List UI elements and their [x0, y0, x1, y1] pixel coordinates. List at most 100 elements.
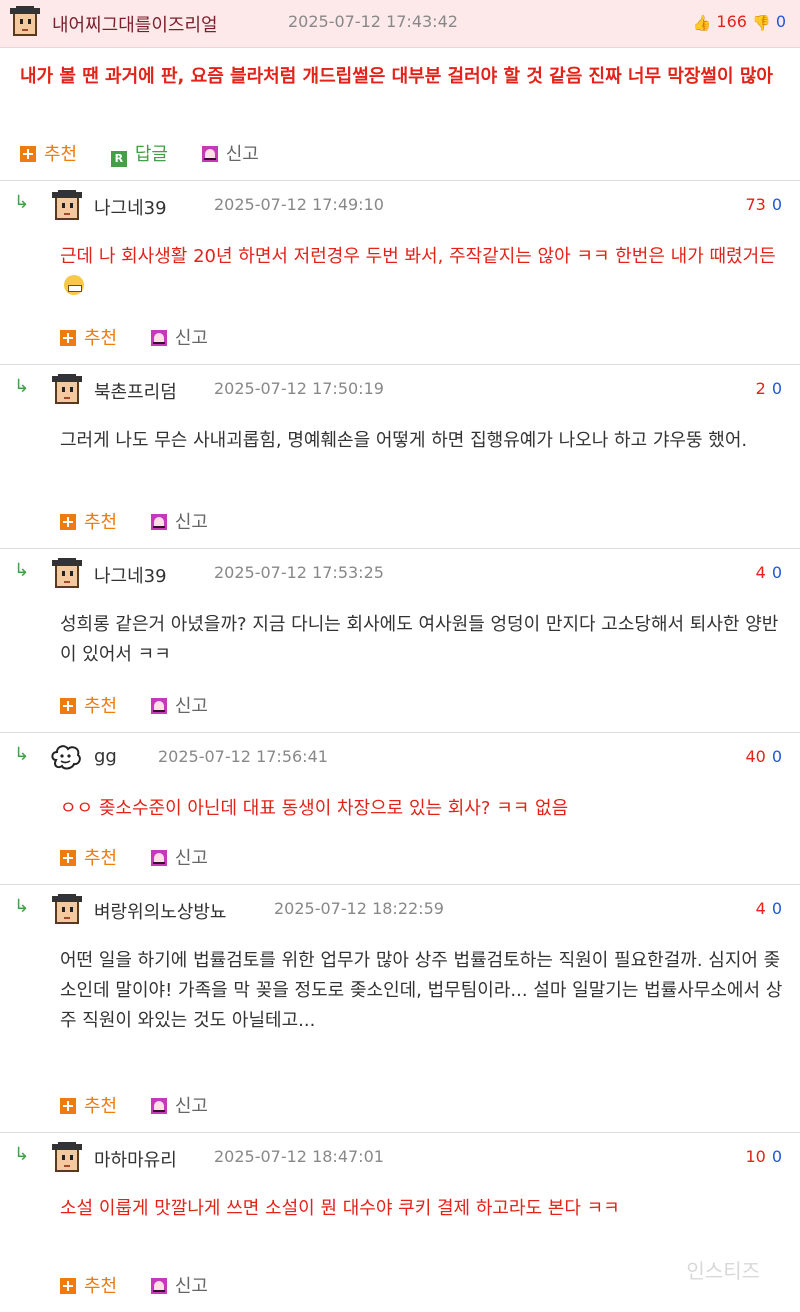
plus-icon [60, 330, 76, 346]
reply-arrow-icon: ↳ [14, 1144, 30, 1165]
divider [0, 548, 800, 549]
comment-date: 2025-07-12 17:49:10 [214, 195, 384, 214]
comment-date: 2025-07-12 17:50:19 [214, 379, 384, 398]
plus-icon [60, 698, 76, 714]
report-button[interactable]: 신고 [150, 324, 208, 350]
siren-icon [150, 330, 167, 346]
plus-icon [20, 146, 36, 162]
commenter-avatar[interactable] [50, 190, 84, 224]
report-button[interactable]: 신고 [201, 140, 259, 166]
siren-icon [150, 1278, 167, 1294]
reply-button[interactable]: R 답글 [110, 140, 168, 167]
plus-icon [60, 1278, 76, 1294]
post-author[interactable]: 내어찌그대를이즈리얼 [52, 11, 218, 37]
comment-text: 그러게 나도 무슨 사내괴롭힘, 명예훼손을 어떻게 하면 집행유예가 나오나 … [60, 430, 748, 451]
reply-arrow-icon: ↳ [14, 192, 30, 213]
divider [0, 732, 800, 733]
comment-votes: 10 0 [745, 1147, 782, 1166]
divider [0, 180, 800, 181]
comment-downvote-count[interactable]: 0 [772, 899, 782, 918]
comment-text: 근데 나 회사생활 20년 하면서 저런경우 두번 봐서, 주작같지는 않아 ㅋ… [60, 242, 790, 302]
report-button[interactable]: 신고 [150, 508, 208, 534]
comment-upvote-count[interactable]: 73 [745, 195, 765, 214]
author-avatar[interactable] [8, 6, 42, 40]
comment-text: 소설 이룹게 맛깔나게 쓰면 소설이 뭔 대수야 쿠키 결제 하고라도 본다 ㅋ… [60, 1198, 620, 1219]
divider [0, 1132, 800, 1133]
post-date: 2025-07-12 17:43:42 [288, 12, 458, 31]
post-header: 내어찌그대를이즈리얼 2025-07-12 17:43:42 👍 166 👎 0 [0, 0, 800, 48]
comment-votes: 73 0 [745, 195, 782, 214]
comment-date: 2025-07-12 18:22:59 [274, 899, 444, 918]
comment-date: 2025-07-12 17:53:25 [214, 563, 384, 582]
recommend-button[interactable]: 추천 [60, 1092, 117, 1118]
siren-icon [150, 850, 167, 866]
comment-upvote-count[interactable]: 4 [756, 899, 766, 918]
comment-upvote-count[interactable]: 4 [756, 563, 766, 582]
post-body: 내가 볼 땐 과거에 판, 요즘 블라처럼 개드립썰은 대부분 걸러야 할 것 … [20, 66, 773, 87]
reply-arrow-icon: ↳ [14, 376, 30, 397]
comment-actions: 추천 신고 [60, 844, 236, 870]
comment-date: 2025-07-12 18:47:01 [214, 1147, 384, 1166]
siren-icon [150, 698, 167, 714]
comment-actions: 추천 신고 [60, 508, 236, 534]
commenter-avatar[interactable] [50, 558, 84, 592]
grinning-emoji-icon [64, 275, 84, 295]
recommend-button[interactable]: 추천 [60, 508, 117, 534]
comment-downvote-count[interactable]: 0 [772, 563, 782, 582]
recommend-button[interactable]: 추천 [60, 324, 117, 350]
report-button[interactable]: 신고 [150, 844, 208, 870]
comment-downvote-count[interactable]: 0 [772, 195, 782, 214]
comment-votes: 20 [756, 379, 782, 398]
comment-text: ㅇㅇ 좆소수준이 아닌데 대표 동생이 차장으로 있는 회사? ㅋㅋ 없음 [60, 798, 569, 819]
post-upvote-count: 166 [716, 12, 747, 31]
cloud-avatar-icon[interactable] [50, 742, 82, 772]
comment-downvote-count[interactable]: 0 [772, 1147, 782, 1166]
comment-actions: 추천 신고 [60, 324, 236, 350]
comment-votes: 40 [756, 899, 782, 918]
commenter-name[interactable]: gg [94, 746, 117, 767]
report-button[interactable]: 신고 [150, 692, 208, 718]
comment-downvote-count[interactable]: 0 [772, 747, 782, 766]
comment-date: 2025-07-12 17:56:41 [158, 747, 328, 766]
reply-arrow-icon: ↳ [14, 896, 30, 917]
commenter-name[interactable]: 마하마유리 [94, 1146, 177, 1172]
report-button[interactable]: 신고 [150, 1092, 208, 1118]
comment-actions: 추천 신고 [60, 1092, 236, 1118]
reply-icon: R [110, 151, 127, 167]
commenter-name[interactable]: 나그네39 [94, 562, 167, 588]
siren-icon [150, 1098, 167, 1114]
commenter-name[interactable]: 북촌프리덤 [94, 378, 177, 404]
recommend-button[interactable]: 추천 [20, 140, 77, 166]
commenter-name[interactable]: 벼랑위의노상방뇨 [94, 898, 226, 924]
comment-downvote-count[interactable]: 0 [772, 379, 782, 398]
comment-upvote-count[interactable]: 10 [745, 1147, 765, 1166]
comment-upvote-count[interactable]: 40 [745, 747, 765, 766]
commenter-avatar[interactable] [50, 894, 84, 928]
divider [0, 884, 800, 885]
commenter-avatar[interactable] [50, 374, 84, 408]
comment-votes: 40 [756, 563, 782, 582]
comment-votes: 40 0 [745, 747, 782, 766]
recommend-button[interactable]: 추천 [60, 692, 117, 718]
post-downvote-count: 0 [775, 12, 786, 31]
comment-upvote-count[interactable]: 2 [756, 379, 766, 398]
recommend-button[interactable]: 추천 [60, 844, 117, 870]
report-button[interactable]: 신고 [150, 1272, 208, 1298]
plus-icon [60, 850, 76, 866]
reply-arrow-icon: ↳ [14, 560, 30, 581]
watermark: 인스티즈 [686, 1259, 760, 1283]
thumbs-down-icon[interactable]: 👎 [752, 14, 771, 32]
post-votes: 👍 166 👎 0 [693, 12, 786, 32]
siren-icon [201, 146, 218, 162]
commenter-name[interactable]: 나그네39 [94, 194, 167, 220]
thumbs-up-icon[interactable]: 👍 [693, 14, 712, 32]
comment-actions: 추천 신고 [60, 692, 236, 718]
comment-text: 어떤 일을 하기에 법률검토를 위한 업무가 많아 상주 법률검토하는 직원이 … [60, 950, 783, 1031]
commenter-avatar[interactable] [50, 1142, 84, 1176]
plus-icon [60, 514, 76, 530]
plus-icon [60, 1098, 76, 1114]
comment-actions: 추천 신고 [60, 1272, 236, 1298]
siren-icon [150, 514, 167, 530]
recommend-button[interactable]: 추천 [60, 1272, 117, 1298]
comment-text: 성희롱 같은거 아녔을까? 지금 다니는 회사에도 여사원들 엉덩이 만지다 고… [60, 614, 779, 665]
